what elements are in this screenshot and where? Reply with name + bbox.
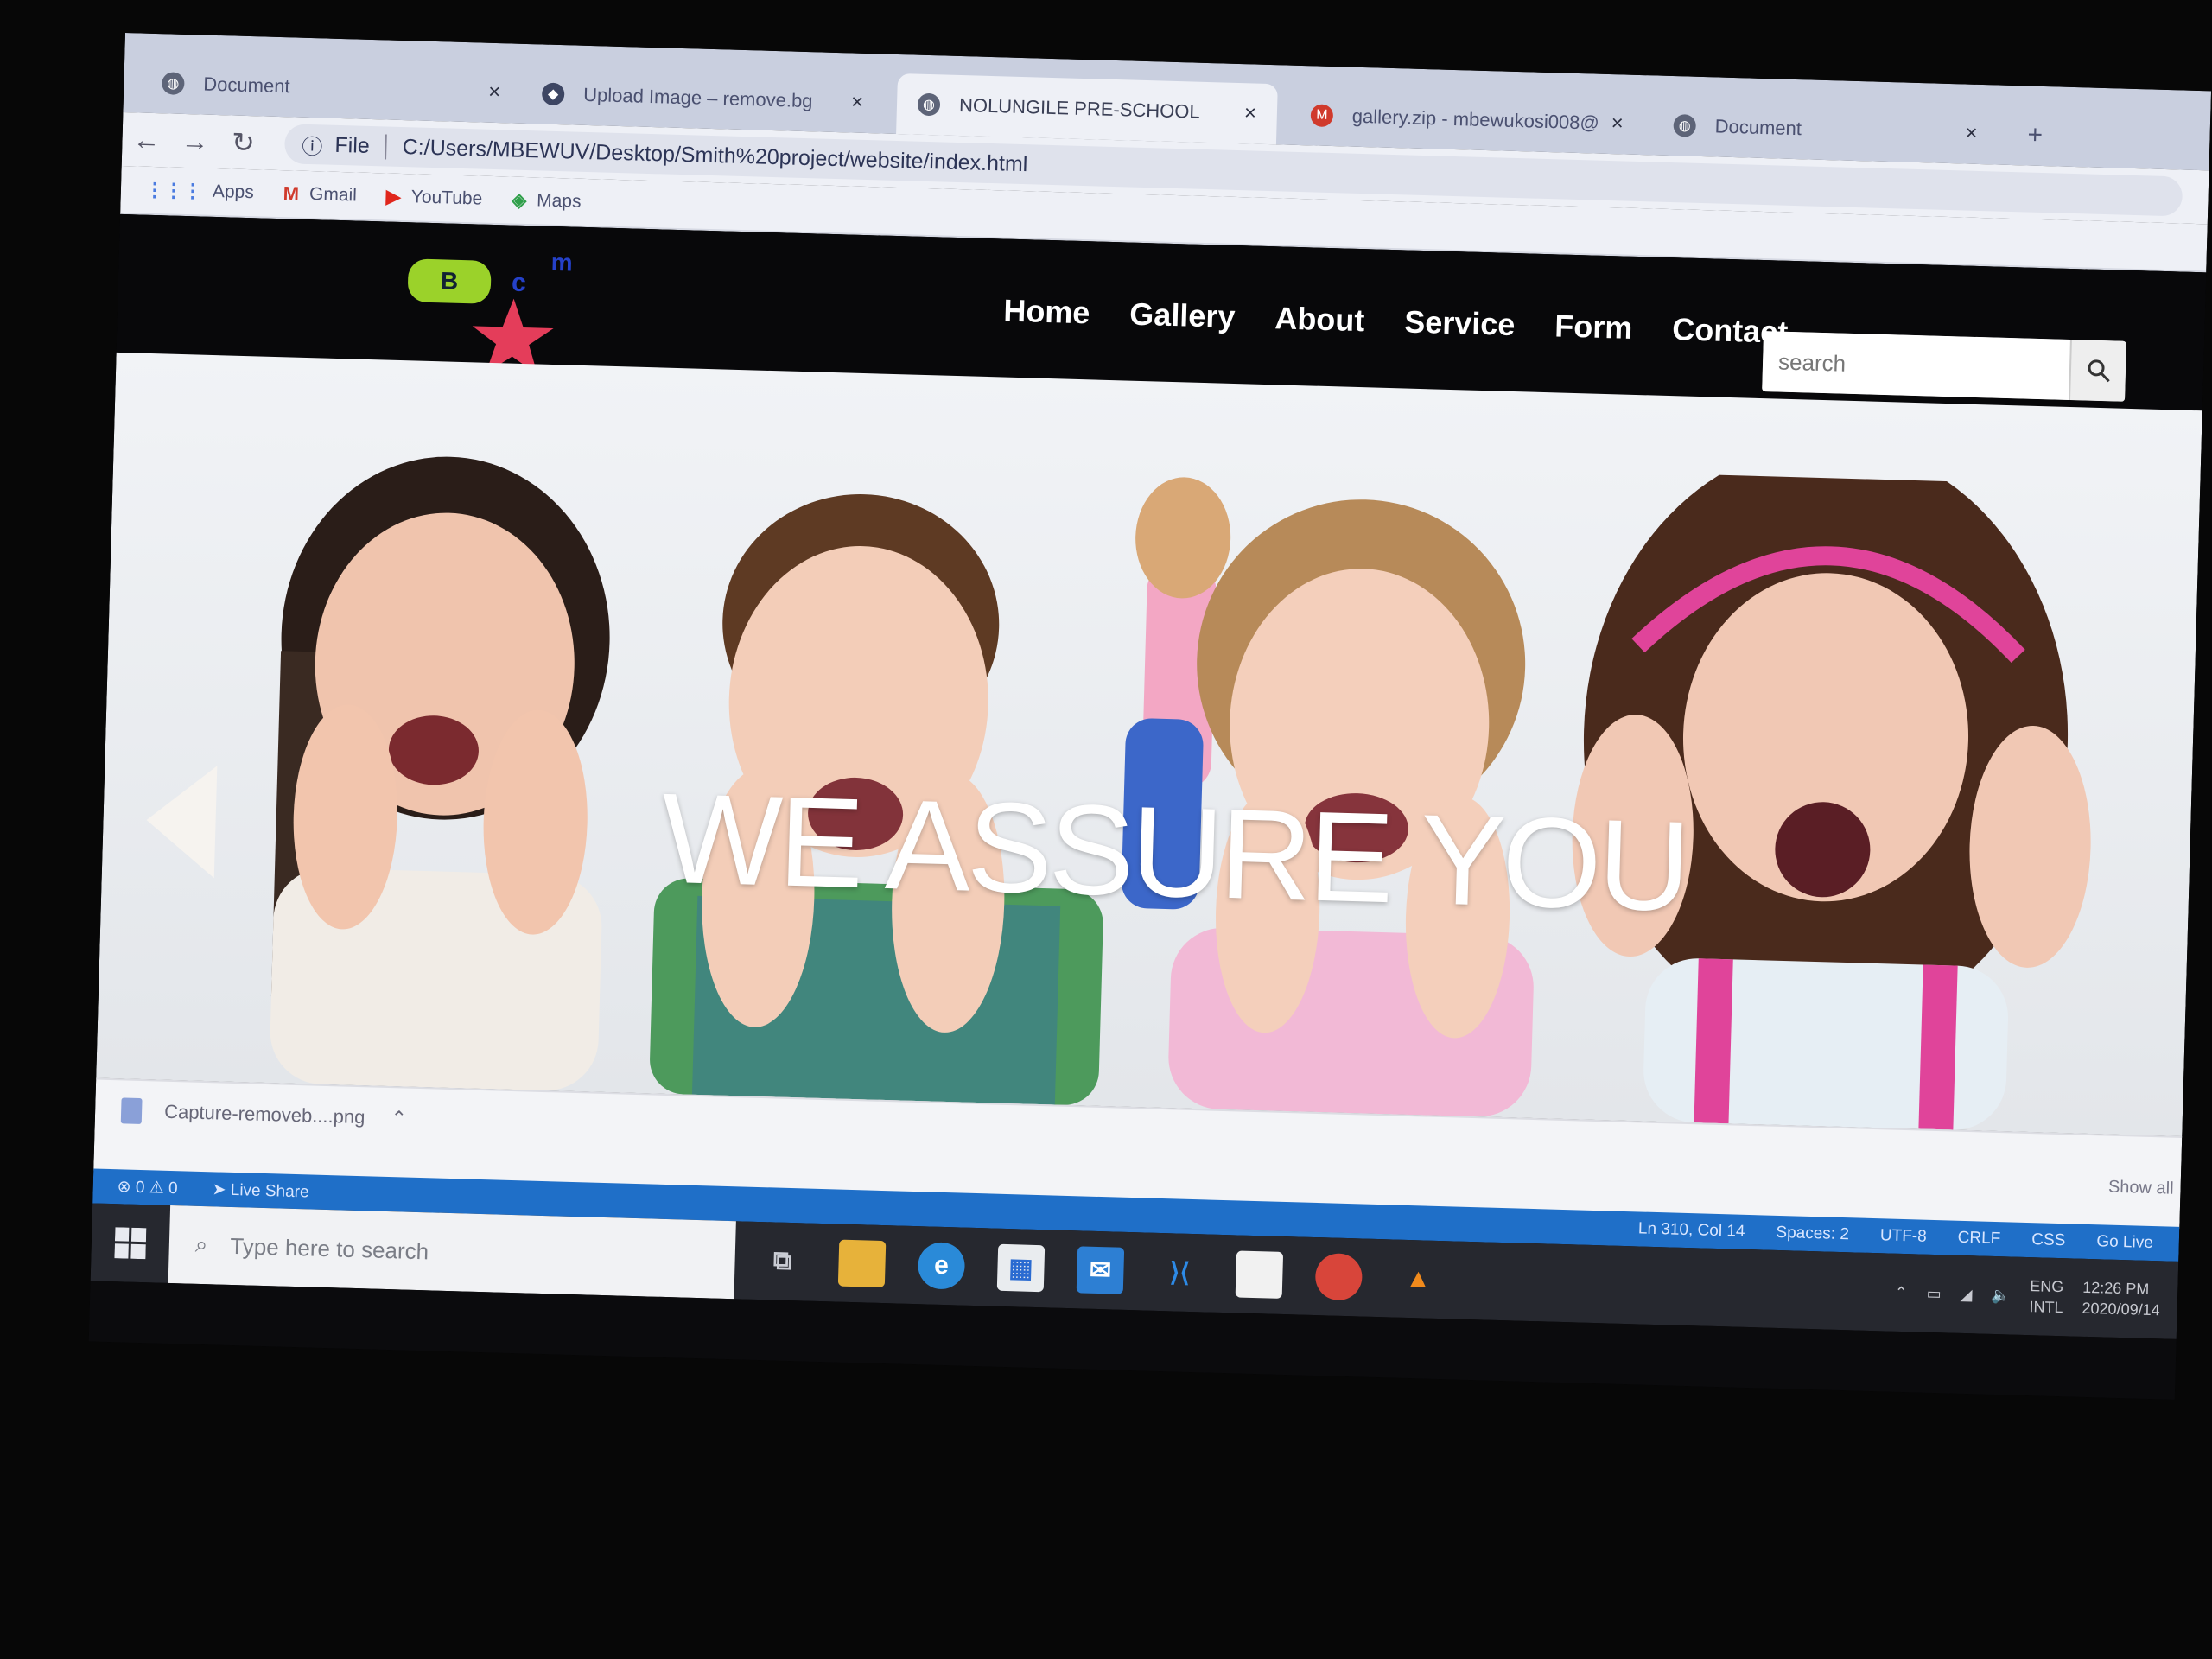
nav-gallery[interactable]: Gallery	[1129, 296, 1236, 335]
globe-icon: ◍	[162, 72, 185, 95]
nav-home[interactable]: Home	[1003, 293, 1090, 332]
youtube-icon: ▶	[385, 185, 402, 207]
tab-nolungile-preschool[interactable]: ◍ NOLUNGILE PRE-SCHOOL ×	[896, 73, 1278, 145]
start-button[interactable]	[91, 1226, 169, 1260]
search-icon	[2088, 359, 2110, 383]
network-icon[interactable]: ◢	[1960, 1285, 1972, 1303]
bookmark-label: Apps	[212, 181, 255, 203]
bookmark-apps[interactable]: ⋮⋮⋮ Apps	[145, 179, 255, 205]
battery-icon[interactable]: ▭	[1926, 1284, 1942, 1302]
cursor-position[interactable]: Ln 310, Col 14	[1638, 1219, 1745, 1241]
bookmark-maps[interactable]: ◈ Maps	[512, 189, 582, 213]
show-all-link[interactable]: Show all	[2108, 1178, 2174, 1199]
clock[interactable]: 12:26 PM 2020/09/14	[2082, 1277, 2160, 1320]
address-scheme: File	[334, 132, 388, 159]
apps-grid-icon: ⋮⋮⋮	[144, 178, 203, 202]
bookmark-label: YouTube	[410, 187, 483, 209]
encoding-setting[interactable]: UTF-8	[1880, 1226, 1927, 1246]
site-search-input[interactable]	[1762, 331, 2070, 400]
taskbar-search-placeholder: Type here to search	[230, 1232, 429, 1264]
windows-logo-icon	[114, 1227, 147, 1260]
tab-title: gallery.zip - mbewukosi008@g	[1351, 105, 1600, 135]
taskbar-apps: ⧉ e ▦ ✉ ⟩⟨ ▲	[759, 1237, 1442, 1303]
notepad-icon[interactable]	[1235, 1250, 1284, 1299]
language-mode[interactable]: CSS	[2031, 1230, 2066, 1250]
store-icon[interactable]: ▦	[996, 1243, 1046, 1293]
system-tray: ⌃ ▭ ◢ 🔈 ENG INTL 12:26 PM 2020/09/14	[1894, 1272, 2178, 1321]
bookmark-youtube[interactable]: ▶ YouTube	[386, 186, 483, 211]
vlc-icon[interactable]: ▲	[1395, 1255, 1442, 1303]
file-explorer-icon[interactable]	[837, 1239, 887, 1288]
reload-icon[interactable]: ↻	[219, 125, 268, 160]
go-live-button[interactable]: Go Live	[2096, 1232, 2153, 1253]
language-code: ENG	[2029, 1277, 2064, 1296]
live-share-button[interactable]: ➤ Live Share	[212, 1179, 309, 1202]
chevron-up-icon[interactable]: ⌃	[1894, 1283, 1908, 1301]
tab-document[interactable]: ◍ Document ×	[140, 53, 522, 124]
volume-icon[interactable]: 🔈	[1991, 1286, 2011, 1305]
download-filename: Capture-removeb....png	[163, 1100, 365, 1128]
tab-title: Document	[1714, 115, 1802, 140]
edge-icon[interactable]: e	[917, 1242, 966, 1290]
globe-icon: ◍	[917, 92, 941, 117]
gmail-icon: M	[283, 182, 300, 205]
globe-icon: ◍	[1673, 114, 1697, 137]
tab-remove-bg[interactable]: ◆ Upload Image – remove.bg ×	[520, 63, 885, 134]
maps-icon: ◈	[511, 188, 527, 212]
tab-gallery-zip[interactable]: M gallery.zip - mbewukosi008@g ×	[1289, 85, 1645, 155]
live-share-label: Live Share	[230, 1180, 309, 1201]
region-code: INTL	[2029, 1298, 2063, 1317]
site-logo[interactable]: B c m	[405, 248, 574, 375]
search-icon: ⌕	[194, 1230, 208, 1258]
removebg-icon: ◆	[541, 82, 565, 106]
hero-headline: WE ASSURE YOU	[659, 766, 1689, 938]
task-view-icon[interactable]: ⧉	[759, 1237, 806, 1285]
live-share-icon: ➤	[212, 1179, 232, 1199]
tab-title: Upload Image – remove.bg	[582, 83, 813, 112]
clock-date: 2020/09/14	[2082, 1299, 2160, 1319]
search-button[interactable]	[2069, 339, 2126, 402]
language-indicator[interactable]: ENG INTL	[2029, 1275, 2063, 1318]
tab-document-2[interactable]: ◍ Document ×	[1652, 94, 1999, 164]
close-icon[interactable]: ×	[1611, 111, 1624, 136]
chrome-icon[interactable]	[1314, 1253, 1363, 1301]
mail-icon[interactable]: ✉	[1076, 1246, 1125, 1294]
web-page: B c m Home Gallery About Service Form Co…	[93, 213, 2207, 1229]
download-item[interactable]: Capture-removeb....png ⌃	[120, 1097, 407, 1131]
eol-setting[interactable]: CRLF	[1957, 1229, 2000, 1249]
file-icon	[120, 1097, 143, 1125]
clock-time: 12:26 PM	[2082, 1278, 2150, 1298]
slider-prev-arrow-icon[interactable]	[141, 760, 239, 883]
close-icon[interactable]: ×	[851, 90, 864, 114]
vscode-icon[interactable]: ⟩⟨	[1156, 1249, 1204, 1296]
nav-service[interactable]: Service	[1404, 303, 1516, 343]
back-arrow-icon[interactable]: ←	[122, 123, 171, 156]
site-search-box	[1762, 331, 2126, 402]
indent-setting[interactable]: Spaces: 2	[1776, 1224, 1849, 1244]
nav-form[interactable]: Form	[1554, 308, 1633, 346]
bookmark-label: Gmail	[308, 184, 358, 206]
close-icon[interactable]: ×	[1965, 122, 1978, 146]
logo-letter-m: m	[550, 248, 574, 276]
gmail-icon: M	[1310, 104, 1334, 128]
site-navigation: Home Gallery About Service Form Contact	[1003, 293, 1789, 351]
tab-title: NOLUNGILE PRE-SCHOOL	[958, 93, 1201, 123]
tab-title: Document	[203, 73, 290, 98]
new-tab-button[interactable]: +	[2006, 105, 2077, 167]
nav-about[interactable]: About	[1274, 300, 1365, 339]
monitor-screen: ◍ Document × ◆ Upload Image – remove.bg …	[88, 33, 2212, 1400]
close-icon[interactable]: ×	[488, 80, 501, 105]
bookmark-label: Maps	[536, 190, 582, 212]
address-url: C:/Users/MBEWUV/Desktop/Smith%20project/…	[402, 134, 1028, 176]
hero-slider: WE ASSURE YOU	[96, 352, 2202, 1136]
chevron-up-icon[interactable]: ⌃	[391, 1107, 407, 1130]
info-icon[interactable]: ⓘ	[302, 129, 323, 160]
close-icon[interactable]: ×	[1243, 101, 1257, 125]
forward-arrow-icon[interactable]: →	[170, 124, 219, 158]
problems-indicator[interactable]: ⊗ 0 ⚠ 0	[117, 1177, 178, 1198]
bookmark-gmail[interactable]: M Gmail	[283, 182, 357, 207]
